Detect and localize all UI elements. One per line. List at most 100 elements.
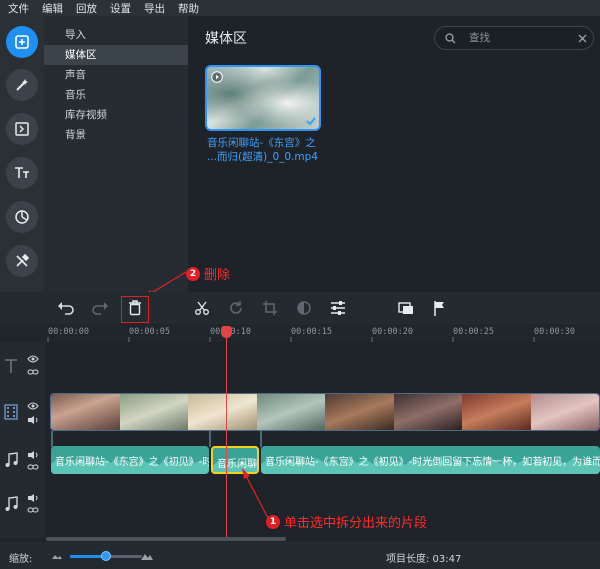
- ruler-label: 00:00:20: [372, 327, 413, 337]
- zoom-out-icon[interactable]: [51, 552, 63, 560]
- eye-icon[interactable]: [27, 355, 39, 363]
- category-music[interactable]: 音乐: [44, 85, 188, 105]
- speaker-icon[interactable]: [27, 493, 39, 503]
- crop-icon: [263, 301, 277, 315]
- transition-icon: [15, 122, 29, 136]
- link-icon[interactable]: [27, 463, 39, 471]
- rotate-button[interactable]: [224, 296, 248, 320]
- ruler-label: 00:00:05: [129, 327, 170, 337]
- music-note-icon: [5, 496, 18, 511]
- ruler-label: 00:00:15: [291, 327, 332, 337]
- timeline-ruler[interactable]: 00:00:00 00:00:05 00:00:10 00:00:15 00:0…: [0, 324, 600, 342]
- category-sound[interactable]: 声音: [44, 65, 188, 85]
- link-icon[interactable]: [27, 506, 39, 514]
- annotation-select-text: 单击选中拆分出来的片段: [284, 516, 428, 531]
- annotation-delete-text: 删除: [204, 268, 231, 283]
- playhead-handle[interactable]: [221, 326, 232, 338]
- flag-icon: [434, 301, 444, 316]
- video-frame: [119, 394, 188, 430]
- stickers-button[interactable]: [6, 201, 38, 233]
- playhead-line: [226, 334, 227, 538]
- delete-annotation: 2 删除: [186, 264, 230, 283]
- status-bar: 缩放: 项目长度: 03:47: [0, 542, 600, 569]
- video-frame: [462, 394, 531, 430]
- clip-properties-button[interactable]: [326, 296, 350, 320]
- audio-segment[interactable]: 音乐闲聊站-《东宫》之《初见》-时光: [51, 446, 209, 474]
- speaker-icon[interactable]: [27, 415, 39, 425]
- menu-edit[interactable]: 编辑: [42, 1, 63, 16]
- audio-segment[interactable]: 音乐闲聊站-《东宫》之《初见》-时光倒回留下忘情一杯，如若初见，为谁而: [261, 446, 600, 474]
- tools-button[interactable]: [6, 245, 38, 277]
- ruler-label: 00:00:30: [534, 327, 575, 337]
- marker-button[interactable]: [428, 296, 452, 320]
- media-clip-thumbnail[interactable]: [205, 65, 321, 131]
- menu-settings[interactable]: 设置: [110, 1, 131, 16]
- color-adjust-button[interactable]: [292, 296, 316, 320]
- menu-file[interactable]: 文件: [8, 1, 29, 16]
- zoom-in-icon[interactable]: [140, 551, 154, 561]
- redo-icon: [92, 302, 108, 315]
- video-frame: [530, 394, 599, 430]
- title-track-icon: [5, 359, 17, 373]
- ruler-label: 00:00:25: [453, 327, 494, 337]
- undo-button[interactable]: [54, 296, 78, 320]
- magic-wand-button[interactable]: [6, 69, 38, 101]
- video-track-icon: [4, 404, 18, 420]
- clear-search-icon[interactable]: [578, 34, 587, 43]
- timeline-toolbar: [0, 292, 600, 324]
- category-list: 导入 媒体区 声音 音乐 库存视频 背景: [44, 16, 188, 292]
- video-frame: [325, 394, 394, 430]
- tools-icon: [16, 253, 30, 267]
- clip-name-line1: 音乐闲聊站-《东宫》之: [207, 137, 316, 149]
- category-import[interactable]: 导入: [44, 25, 188, 45]
- crop-button[interactable]: [258, 296, 282, 320]
- eye-icon[interactable]: [27, 402, 39, 410]
- import-tool-button[interactable]: [6, 26, 38, 58]
- rotate-icon: [230, 301, 242, 314]
- category-background[interactable]: 背景: [44, 125, 188, 145]
- clock-pie-icon: [15, 210, 29, 224]
- title-track-head: [0, 342, 46, 390]
- music-note-icon: [5, 452, 18, 467]
- video-track-head: [0, 390, 46, 434]
- titles-button[interactable]: [6, 157, 38, 189]
- link-icon[interactable]: [27, 368, 39, 376]
- video-clip[interactable]: [50, 393, 600, 431]
- split-button[interactable]: [190, 296, 214, 320]
- overlay-icon: [398, 302, 413, 314]
- tool-rail: [0, 16, 44, 292]
- speaker-icon[interactable]: [27, 450, 39, 460]
- audio-segment-label: 音乐闲聊站-《东宫》之《初见》-时光倒回留下忘情一杯，如若初见，为谁而: [265, 457, 600, 468]
- magic-wand-icon: [16, 79, 28, 91]
- menu-playback[interactable]: 回放: [76, 1, 97, 16]
- annotation-badge-1: 1: [266, 514, 280, 529]
- overlay-button[interactable]: [394, 296, 418, 320]
- ruler-label: 00:00:00: [48, 327, 89, 337]
- music-track-head: [0, 434, 46, 486]
- video-frame: [188, 394, 257, 430]
- project-length: 项目长度: 03:47: [386, 554, 462, 565]
- media-area: 媒体区 音乐闲聊站-《东宫》之 ...而归(超清)_0_0.mp4: [188, 16, 600, 292]
- video-frame: [51, 394, 120, 430]
- category-media[interactable]: 媒体区: [44, 45, 188, 65]
- redo-button[interactable]: [88, 296, 112, 320]
- video-frame: [256, 394, 325, 430]
- menu-export[interactable]: 导出: [144, 1, 165, 16]
- media-clip-name[interactable]: 音乐闲聊站-《东宫》之 ...而归(超清)_0_0.mp4: [207, 136, 337, 164]
- play-badge-icon: [211, 71, 223, 83]
- video-frame: [393, 394, 462, 430]
- select-annotation: 1 单击选中拆分出来的片段: [266, 512, 427, 531]
- transitions-button[interactable]: [6, 113, 38, 145]
- search-icon: [445, 33, 456, 44]
- menu-help[interactable]: 帮助: [178, 1, 199, 16]
- timeline-scrollbar[interactable]: [46, 537, 286, 541]
- music-track-2-head: [0, 486, 46, 538]
- menu-bar: 文件 编辑 回放 设置 导出 帮助: [0, 0, 600, 16]
- zoom-slider-handle[interactable]: [101, 551, 111, 561]
- search-input[interactable]: [469, 30, 569, 46]
- category-stock-video[interactable]: 库存视频: [44, 105, 188, 125]
- audio-segment-label: 音乐闲聊站-《东宫》之《初见》-时光: [55, 457, 209, 468]
- scissors-icon: [195, 301, 209, 315]
- text-icon: [15, 167, 29, 178]
- zoom-label: 缩放:: [9, 554, 33, 565]
